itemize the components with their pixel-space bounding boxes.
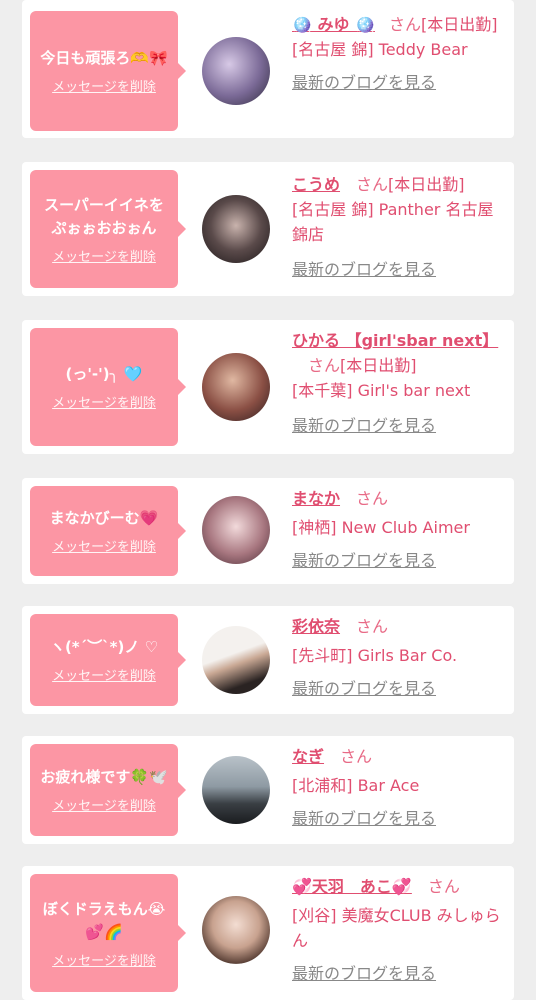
message-bubble: 今日も頑張ろ🫶🎀 メッセージを削除 — [30, 11, 186, 131]
avatar[interactable] — [202, 896, 270, 964]
latest-blog-link[interactable]: 最新のブログを見る — [292, 676, 506, 701]
message-text: ヽ(*´︶`*)ノ ♡ — [49, 638, 159, 656]
message-text: スーパーイイネをぷぉぉおおぉん — [44, 195, 164, 237]
delete-message-link[interactable]: メッセージを削除 — [52, 246, 156, 265]
user-name-link[interactable]: 彩依奈 — [292, 617, 340, 636]
list-item: 今日も頑張ろ🫶🎀 メッセージを削除 🪩 みゆ 🪩 さん[本日出勤] [名古屋 錦]… — [22, 0, 514, 138]
message-text: お疲れ様です🍀🕊️ — [40, 768, 168, 786]
message-bubble: スーパーイイネをぷぉぉおおぉん メッセージを削除 — [30, 170, 186, 288]
shop-name: [神栖] New Club Aimer — [292, 518, 470, 537]
delete-message-link[interactable]: メッセージを削除 — [52, 76, 156, 95]
delete-message-link[interactable]: メッセージを削除 — [52, 665, 156, 684]
message-bubble: ヽ(*´︶`*)ノ ♡ メッセージを削除 — [30, 614, 186, 706]
avatar[interactable] — [202, 195, 270, 263]
delete-message-link[interactable]: メッセージを削除 — [52, 950, 156, 969]
message-bubble: ぼくドラえもん😭💕🌈 メッセージを削除 — [30, 874, 186, 992]
shop-name: [本千葉] Girl's bar next — [292, 381, 471, 400]
honorific: さん — [308, 356, 341, 375]
avatar[interactable] — [202, 37, 270, 105]
latest-blog-link[interactable]: 最新のブログを見る — [292, 806, 506, 831]
shop-name: [名古屋 錦] Panther 名古屋錦店 — [292, 200, 494, 244]
list-item: まなかびーむ💗 メッセージを削除 まなか さん [神栖] New Club Aim… — [22, 478, 514, 584]
user-name-link[interactable]: こうめ — [292, 175, 340, 194]
shop-name: [先斗町] Girls Bar Co. — [292, 646, 458, 665]
latest-blog-link[interactable]: 最新のブログを見る — [292, 257, 506, 282]
delete-message-link[interactable]: メッセージを削除 — [52, 795, 156, 814]
latest-blog-link[interactable]: 最新のブログを見る — [292, 70, 506, 95]
shop-name: [刈谷] 美魔女CLUB みしゅらん — [292, 906, 501, 950]
honorific: さん — [427, 877, 460, 896]
user-name-link[interactable]: 💞天羽 あこ💞 — [292, 877, 412, 896]
avatar[interactable] — [202, 496, 270, 564]
avatar[interactable] — [202, 756, 270, 824]
message-text: 今日も頑張ろ🫶🎀 — [40, 49, 168, 67]
list-item: スーパーイイネをぷぉぉおおぉん メッセージを削除 こうめ さん[本日出勤] [名古… — [22, 162, 514, 296]
latest-blog-link[interactable]: 最新のブログを見る — [292, 413, 506, 438]
user-name-link[interactable]: 🪩 みゆ 🪩 — [292, 15, 375, 34]
avatar[interactable] — [202, 353, 270, 421]
honorific: さん — [356, 489, 389, 508]
honorific: さん — [356, 617, 389, 636]
user-name-link[interactable]: なぎ — [292, 747, 324, 766]
shop-name: [北浦和] Bar Ace — [292, 776, 420, 795]
list-item: (っ'-')╮ 🩵 メッセージを削除 ひかる 【girl'sbar next】さ… — [22, 320, 514, 454]
user-name-link[interactable]: ひかる 【girl'sbar next】 — [292, 331, 498, 350]
status-text: [本日出勤] — [340, 356, 417, 375]
list-item: ぼくドラえもん😭💕🌈 メッセージを削除 💞天羽 あこ💞 さん [刈谷] 美魔女CL… — [22, 866, 514, 1000]
latest-blog-link[interactable]: 最新のブログを見る — [292, 548, 506, 573]
message-text: (っ'-')╮ 🩵 — [65, 365, 143, 383]
delete-message-link[interactable]: メッセージを削除 — [52, 536, 156, 555]
latest-blog-link[interactable]: 最新のブログを見る — [292, 961, 506, 986]
user-name-link[interactable]: まなか — [292, 489, 340, 508]
delete-message-link[interactable]: メッセージを削除 — [52, 392, 156, 411]
message-bubble: (っ'-')╮ 🩵 メッセージを削除 — [30, 328, 186, 446]
honorific: さん — [356, 175, 389, 194]
message-text: まなかびーむ💗 — [49, 509, 159, 527]
honorific: さん — [389, 15, 422, 34]
list-item: ヽ(*´︶`*)ノ ♡ メッセージを削除 彩依奈 さん [先斗町] Girls B… — [22, 606, 514, 714]
shop-name: [名古屋 錦] Teddy Bear — [292, 40, 468, 59]
honorific: さん — [340, 747, 373, 766]
status-text: [本日出勤] — [421, 15, 498, 34]
list-item: お疲れ様です🍀🕊️ メッセージを削除 なぎ さん [北浦和] Bar Ace 最新… — [22, 736, 514, 844]
message-text: ぼくドラえもん😭💕🌈 — [42, 899, 166, 941]
avatar[interactable] — [202, 626, 270, 694]
status-text: [本日出勤] — [388, 175, 465, 194]
message-bubble: お疲れ様です🍀🕊️ メッセージを削除 — [30, 744, 186, 836]
message-bubble: まなかびーむ💗 メッセージを削除 — [30, 486, 186, 576]
